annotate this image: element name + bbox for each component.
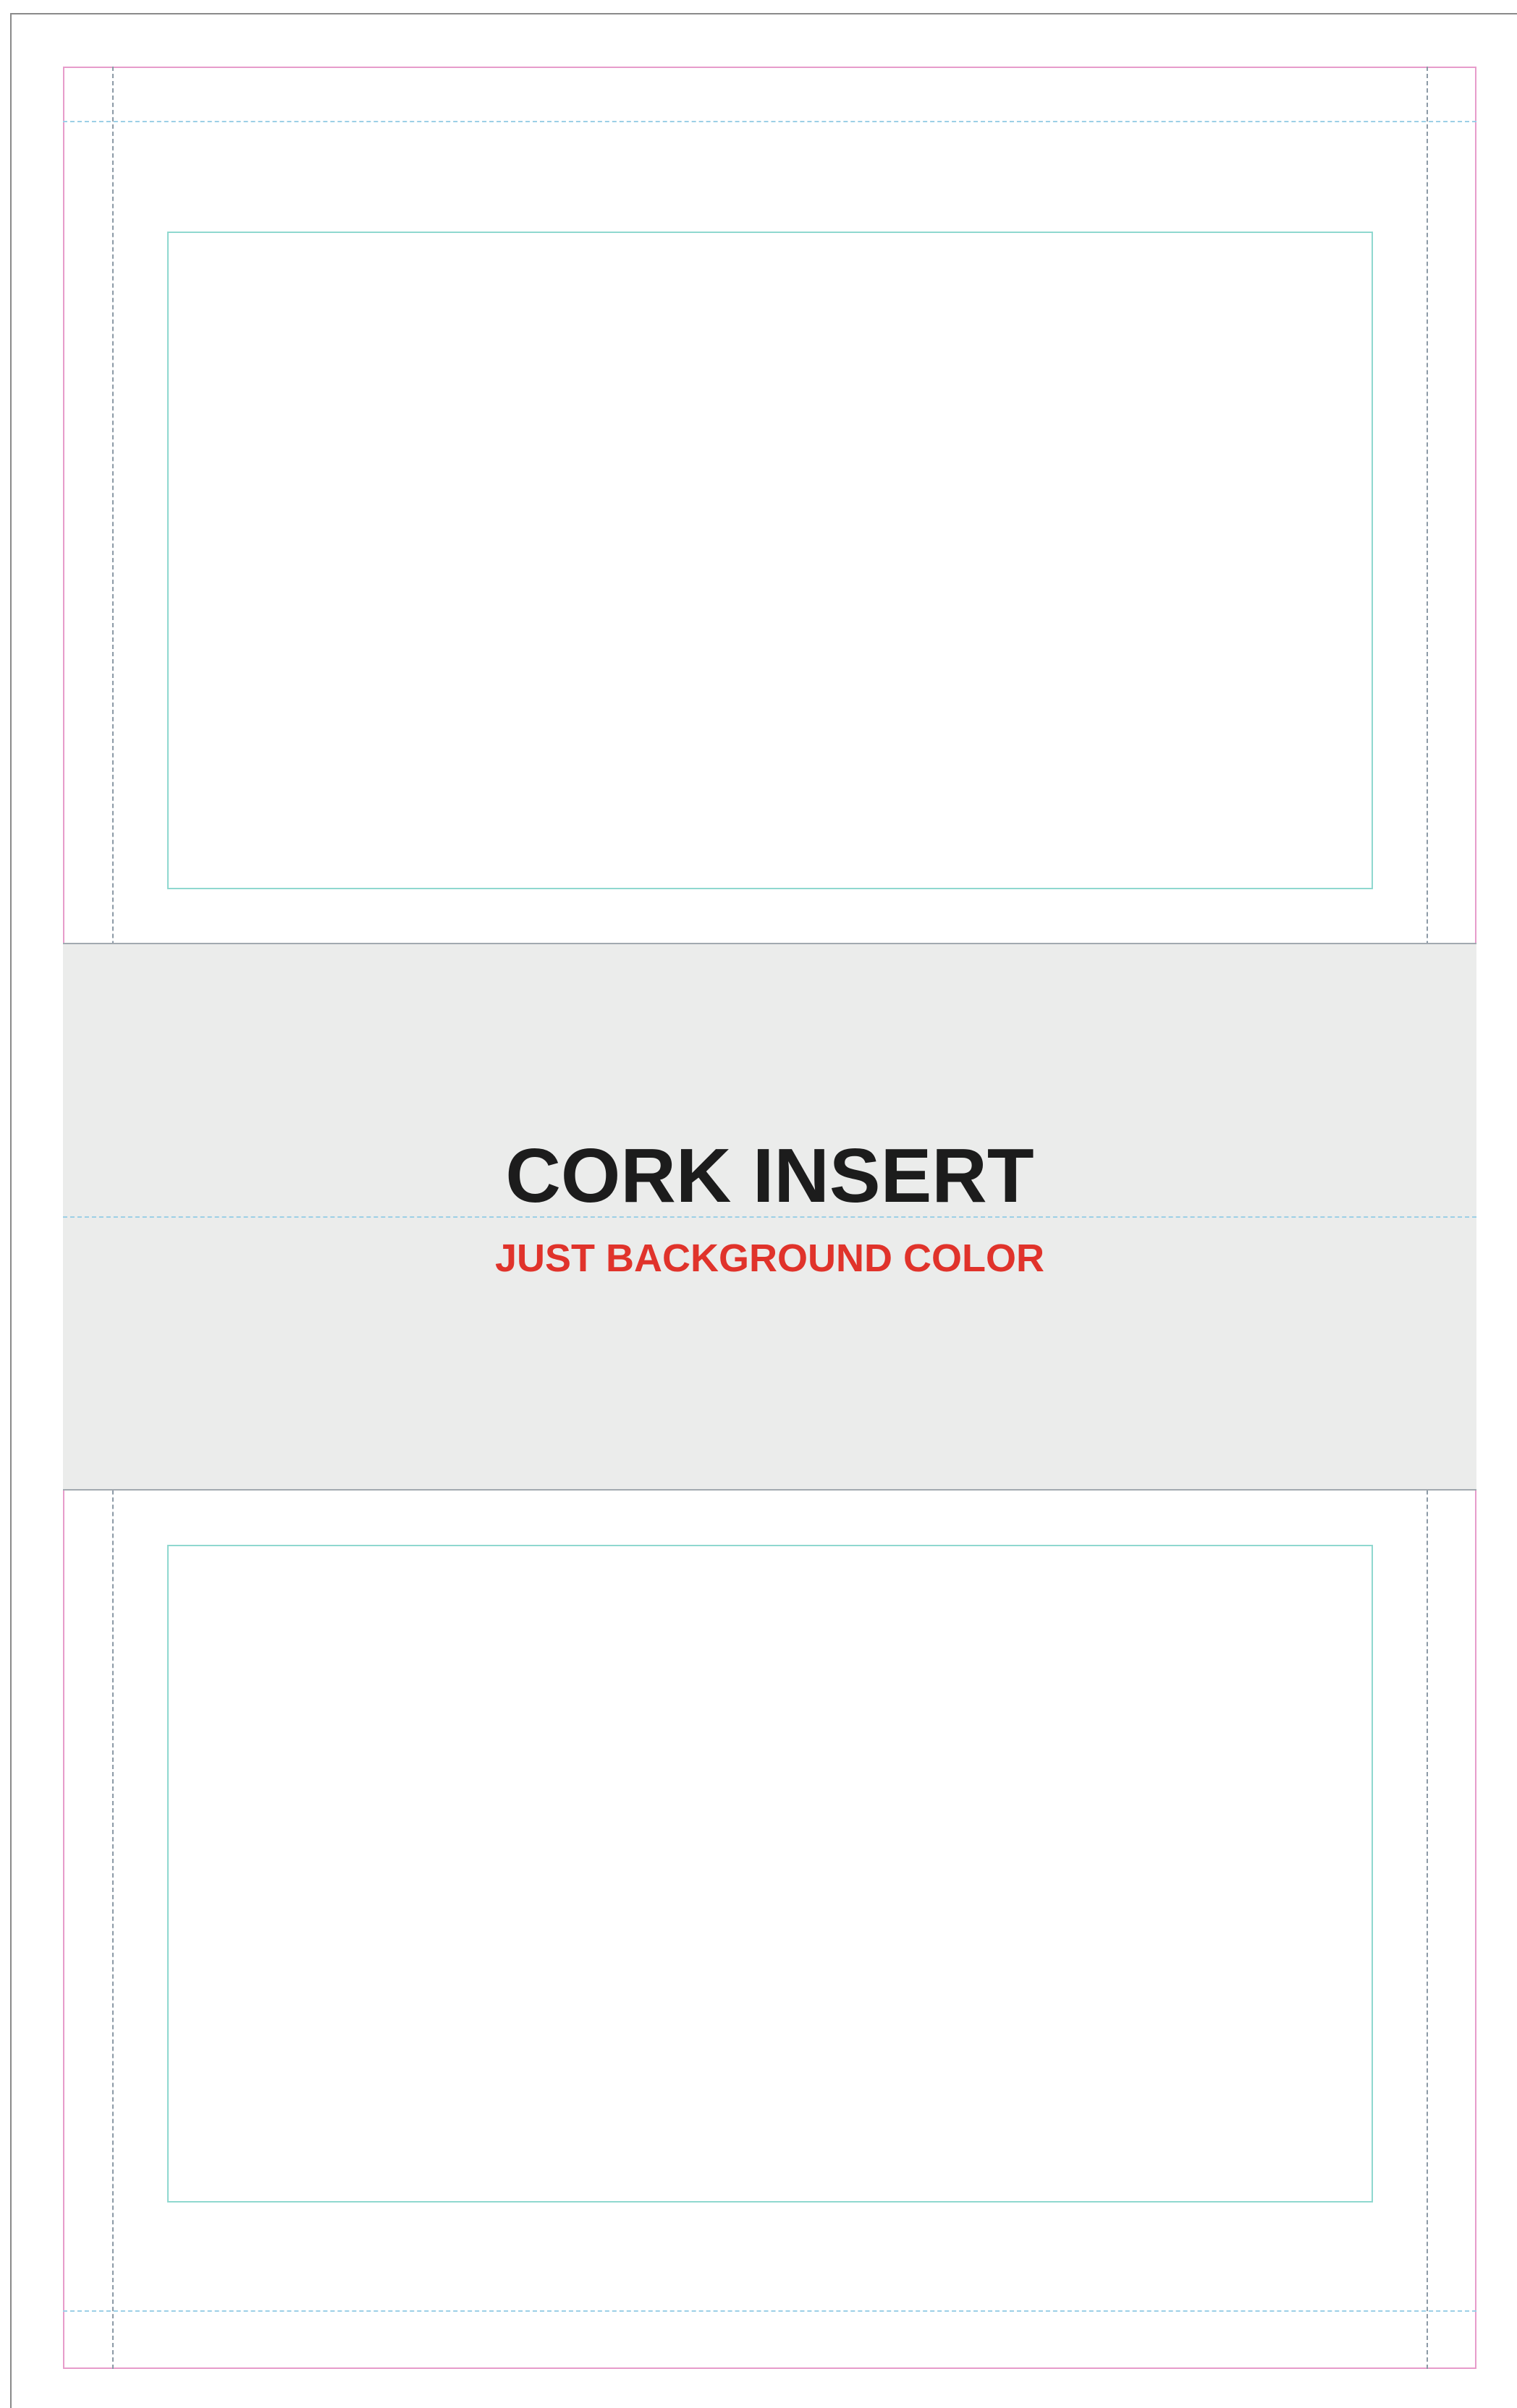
top-print-area [167,232,1373,889]
safe-guide-bottom [63,2310,1476,2312]
cork-insert-subtitle: JUST BACKGROUND COLOR [494,1237,1044,1280]
bottom-print-area [167,1545,1373,2203]
cork-insert-title: CORK INSERT [505,1133,1034,1218]
safe-guide-top [63,121,1476,122]
template-page: CORK INSERT JUST BACKGROUND COLOR [0,0,1517,2408]
